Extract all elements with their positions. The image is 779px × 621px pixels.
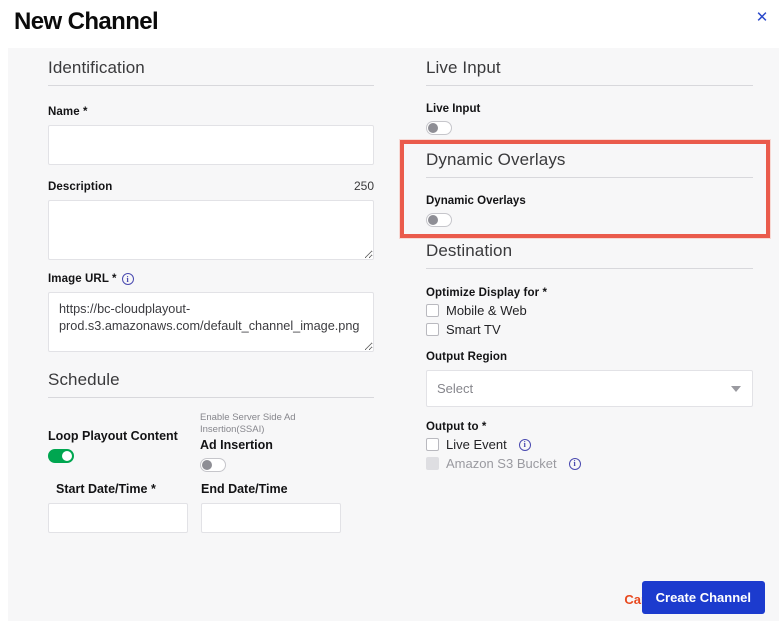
description-label: Description <box>48 181 113 193</box>
start-date-input[interactable] <box>48 503 188 533</box>
output-region-label: Output Region <box>426 351 508 363</box>
start-date-label: Start Date/Time * <box>56 482 156 496</box>
description-field-group: Description 250 <box>48 179 374 260</box>
date-row: Start Date/Time * End Date/Time <box>48 482 374 534</box>
destination-section: Destination Optimize Display for * Mobil… <box>426 241 753 471</box>
optimize-display-group: Optimize Display for * Mobile & Web Smar… <box>426 287 753 337</box>
live-input-toggle-group: Live Input <box>426 103 753 140</box>
destination-heading: Destination <box>426 241 753 269</box>
description-textarea[interactable] <box>48 200 374 260</box>
chevron-down-icon <box>731 385 741 392</box>
page-title: New Channel <box>14 8 159 35</box>
dialog-header: New Channel ✕ <box>0 0 779 48</box>
description-char-counter: 250 <box>353 179 374 193</box>
dynamic-overlays-toggle-label: Dynamic Overlays <box>426 195 526 207</box>
image-url-label-text: Image URL * <box>48 273 117 285</box>
output-region-select[interactable]: Select <box>426 370 753 407</box>
checkbox-label-live-event: Live Event <box>446 437 507 452</box>
checkbox-mobile-web[interactable] <box>426 304 439 317</box>
dynamic-overlays-section: Dynamic Overlays Dynamic Overlays <box>426 150 753 232</box>
output-region-group: Output Region Select <box>426 351 753 407</box>
info-circle-icon-live-event[interactable]: i <box>518 438 531 451</box>
checkbox-row-smart-tv[interactable]: Smart TV <box>426 322 753 337</box>
image-url-label: Image URL * i <box>48 273 374 285</box>
ad-insertion-label: Ad Insertion <box>200 438 273 453</box>
ad-insertion-group: Enable Server Side Ad Insertion(SSAI) Ad… <box>200 412 310 477</box>
identification-section: Identification Name * Description 250 Im… <box>48 58 374 352</box>
dialog-body: Identification Name * Description 250 Im… <box>8 48 779 573</box>
live-input-toggle[interactable] <box>426 121 452 135</box>
checkbox-smart-tv[interactable] <box>426 323 439 336</box>
loop-playout-toggle[interactable] <box>48 449 74 463</box>
live-input-toggle-label: Live Input <box>426 103 481 115</box>
checkbox-s3-bucket <box>426 457 439 470</box>
start-date-group: Start Date/Time * <box>48 482 188 533</box>
identification-heading: Identification <box>48 58 374 86</box>
create-channel-button[interactable]: Create Channel <box>641 581 765 614</box>
output-region-value: Select <box>437 381 474 396</box>
dynamic-overlays-toggle[interactable] <box>426 213 452 227</box>
close-icon[interactable]: ✕ <box>751 6 773 28</box>
checkbox-label-mobile-web: Mobile & Web <box>446 303 527 318</box>
loop-playout-label: Loop Playout Content <box>48 429 178 443</box>
end-date-group: End Date/Time <box>201 482 341 533</box>
end-date-input[interactable] <box>201 503 341 533</box>
checkbox-row-s3-bucket: Amazon S3 Bucket i <box>426 456 753 471</box>
output-to-group: Output to * Live Event i Amazon S3 Bucke… <box>426 421 753 471</box>
dialog-footer: Cancel Create Channel <box>8 573 779 621</box>
name-input[interactable] <box>48 125 374 165</box>
live-input-heading: Live Input <box>426 58 753 86</box>
checkbox-label-smart-tv: Smart TV <box>446 322 501 337</box>
checkbox-live-event[interactable] <box>426 438 439 451</box>
live-input-section: Live Input Live Input <box>426 58 753 140</box>
checkbox-row-live-event[interactable]: Live Event i <box>426 437 753 452</box>
name-label: Name * <box>48 106 88 118</box>
schedule-heading: Schedule <box>48 370 374 398</box>
output-to-label: Output to * <box>426 421 487 433</box>
image-url-field-group: Image URL * i https://bc-cloudplayout-pr… <box>48 273 374 352</box>
loop-playout-group: Loop Playout Content <box>48 429 178 468</box>
info-circle-icon-s3-bucket[interactable]: i <box>568 457 581 470</box>
dynamic-overlays-heading: Dynamic Overlays <box>426 150 753 178</box>
dynamic-overlays-toggle-group: Dynamic Overlays <box>426 195 753 232</box>
checkbox-label-s3-bucket: Amazon S3 Bucket <box>446 456 557 471</box>
ad-insertion-toggle[interactable] <box>200 458 226 473</box>
checkbox-row-mobile-web[interactable]: Mobile & Web <box>426 303 753 318</box>
end-date-label: End Date/Time <box>201 482 288 496</box>
name-field-group: Name * <box>48 106 374 165</box>
image-url-textarea[interactable]: https://bc-cloudplayout-prod.s3.amazonaw… <box>48 292 374 352</box>
new-channel-dialog: New Channel ✕ Identification Name * Desc… <box>0 0 779 621</box>
optimize-display-label: Optimize Display for * <box>426 287 548 299</box>
schedule-section: Schedule Loop Playout Content Enable Ser… <box>48 370 374 534</box>
ad-insertion-hint: Enable Server Side Ad Insertion(SSAI) <box>200 412 296 435</box>
info-circle-icon[interactable]: i <box>121 273 134 285</box>
